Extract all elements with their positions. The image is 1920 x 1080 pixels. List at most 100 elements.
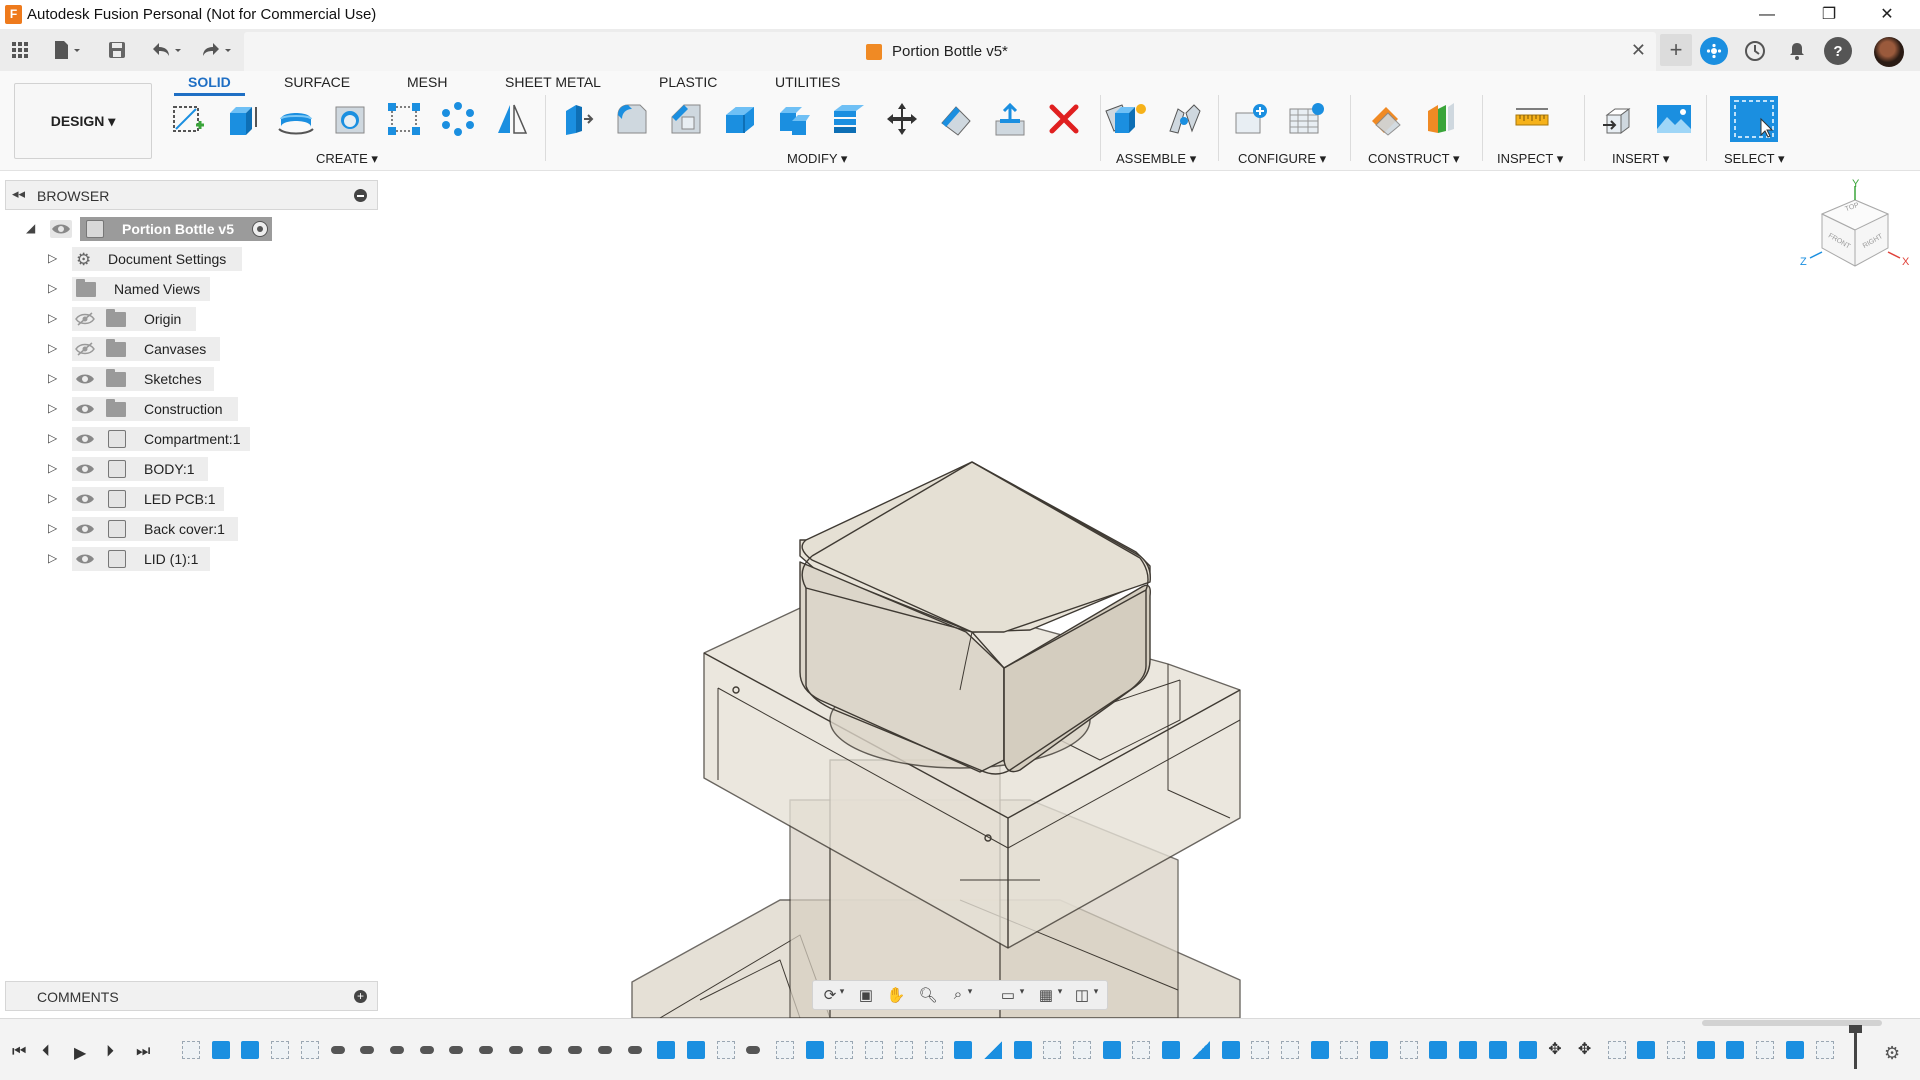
mirror-icon[interactable]	[492, 99, 532, 139]
timeline-feature-sketch-icon[interactable]	[1280, 1041, 1299, 1059]
user-avatar[interactable]	[1874, 37, 1904, 67]
timeline-feature-joint-icon[interactable]	[389, 1046, 404, 1054]
align-icon[interactable]	[936, 99, 976, 139]
timeline-feature-sketch-icon[interactable]	[1667, 1041, 1685, 1059]
combine-icon[interactable]	[774, 99, 814, 139]
timeline-feature-sketch-icon[interactable]	[716, 1041, 735, 1059]
visibility-eye-icon[interactable]	[74, 370, 96, 388]
insert-derive-icon[interactable]	[1600, 99, 1640, 139]
zoom-dropdown-icon[interactable]: ▾	[965, 986, 975, 1006]
step-back-icon[interactable]: ⏴	[42, 1043, 50, 1061]
timeline-feature-sketch-icon[interactable]	[1607, 1041, 1626, 1059]
visibility-eye-icon[interactable]	[74, 490, 96, 508]
timeline-feature-joint-icon[interactable]	[746, 1046, 761, 1054]
timeline-feature-sketch-icon[interactable]	[1756, 1041, 1775, 1059]
tab-mesh[interactable]: MESH	[407, 74, 447, 90]
browser-item-construction[interactable]: ▷ Construction	[48, 397, 268, 421]
configure-design-icon[interactable]	[1232, 99, 1272, 139]
rectangular-pattern-icon[interactable]	[384, 99, 424, 139]
assemble-group-label[interactable]: ASSEMBLE ▾	[1116, 151, 1196, 167]
timeline-feature-box-icon[interactable]	[1518, 1041, 1537, 1059]
expand-triangle-icon[interactable]: ▷	[48, 401, 57, 415]
browser-item-led-pcb[interactable]: ▷ LED PCB:1	[48, 487, 268, 511]
timeline-feature-box-icon[interactable]	[241, 1041, 260, 1059]
move-copy-icon[interactable]	[882, 99, 922, 139]
grid-settings-icon[interactable]: ▦	[1035, 986, 1057, 1006]
step-forward-icon[interactable]: ⏵	[106, 1043, 114, 1061]
timeline-feature-sketch-icon[interactable]	[1251, 1041, 1270, 1059]
expand-triangle-icon[interactable]: ▷	[48, 251, 57, 265]
timeline-feature-box-icon[interactable]	[686, 1041, 705, 1059]
inspect-group-label[interactable]: INSPECT ▾	[1497, 151, 1563, 167]
timeline-feature-joint-icon[interactable]	[597, 1046, 612, 1054]
timeline-feature-box-icon[interactable]	[1013, 1041, 1032, 1059]
construct-group-label[interactable]: CONSTRUCT ▾	[1368, 151, 1460, 167]
expand-triangle-icon[interactable]: ▷	[48, 281, 57, 295]
expand-triangle-icon[interactable]: ▷	[48, 551, 57, 565]
look-at-icon[interactable]: ▣	[855, 986, 877, 1006]
timeline-feature-move-icon[interactable]: ✥	[1548, 1041, 1566, 1059]
visibility-eye-icon[interactable]	[74, 430, 96, 448]
add-comment-icon[interactable]: +	[354, 990, 367, 1003]
comments-panel-header[interactable]: COMMENTS +	[5, 981, 378, 1011]
timeline-feature-joint-icon[interactable]	[508, 1046, 523, 1054]
go-to-start-icon[interactable]: ⏮	[12, 1043, 26, 1061]
chamfer-icon[interactable]	[666, 99, 706, 139]
joint-icon[interactable]	[1164, 99, 1204, 139]
browser-item-lid[interactable]: ▷ LID (1):1	[48, 547, 268, 571]
fillet-icon[interactable]	[612, 99, 652, 139]
timeline-feature-sketch-icon[interactable]	[1073, 1041, 1091, 1059]
job-status-clock-icon[interactable]	[1741, 37, 1769, 65]
workspace-switcher-button[interactable]: DESIGN ▾	[14, 83, 152, 159]
insert-group-label[interactable]: INSERT ▾	[1612, 151, 1669, 167]
activate-radio-icon[interactable]	[252, 221, 268, 237]
timeline-feature-box-icon[interactable]	[1102, 1041, 1121, 1059]
timeline-feature-joint-icon[interactable]	[449, 1046, 464, 1054]
visibility-eye-icon[interactable]	[74, 460, 96, 478]
display-dropdown-icon[interactable]: ▾	[1017, 986, 1027, 1006]
timeline-feature-box-icon[interactable]	[1162, 1041, 1181, 1059]
circular-pattern-icon[interactable]	[438, 99, 478, 139]
timeline-feature-sketch-icon[interactable]	[1132, 1041, 1151, 1059]
extrude-icon[interactable]	[222, 99, 262, 139]
viewcube[interactable]: TOP FRONT RIGHT X Y Z	[1800, 178, 1910, 292]
hidden-eye-icon[interactable]	[74, 340, 96, 358]
visibility-eye-icon[interactable]	[50, 220, 72, 238]
visibility-eye-icon[interactable]	[74, 550, 96, 568]
timeline-feature-sketch-icon[interactable]	[300, 1041, 319, 1059]
file-menu-icon[interactable]	[48, 37, 88, 63]
browser-item-document-settings[interactable]: ▷ ⚙ Document Settings	[48, 247, 268, 271]
timeline-feature-box-icon[interactable]	[1310, 1041, 1329, 1059]
create-sketch-icon[interactable]	[168, 99, 208, 139]
browser-minimize-icon[interactable]	[354, 189, 367, 202]
tab-utilities[interactable]: UTILITIES	[775, 74, 840, 90]
document-tab[interactable]: Portion Bottle v5* ✕	[244, 32, 1656, 71]
play-icon[interactable]: ▶	[74, 1043, 86, 1063]
timeline-feature-joint-icon[interactable]	[360, 1046, 375, 1054]
timeline-feature-sketch-icon[interactable]	[1043, 1041, 1062, 1059]
timeline-feature-box-icon[interactable]	[1726, 1041, 1745, 1059]
timeline-feature-joint-icon[interactable]	[419, 1046, 434, 1054]
timeline-feature-mirror-icon[interactable]	[983, 1041, 1002, 1059]
expand-triangle-icon[interactable]: ▷	[48, 311, 57, 325]
zoom-icon[interactable]: 🔍︎	[917, 986, 939, 1006]
timeline-feature-joint-icon[interactable]	[627, 1046, 642, 1054]
hole-icon[interactable]	[330, 99, 370, 139]
tab-surface[interactable]: SURFACE	[284, 74, 350, 90]
browser-item-back-cover[interactable]: ▷ Back cover:1	[48, 517, 268, 541]
timeline-feature-move-icon[interactable]: ✥	[1578, 1041, 1596, 1059]
delete-icon[interactable]	[1044, 99, 1084, 139]
select-icon[interactable]	[1730, 96, 1778, 142]
model-view[interactable]	[380, 172, 1920, 1019]
new-tab-plus-icon[interactable]: +	[1660, 34, 1692, 66]
measure-icon[interactable]	[1512, 99, 1552, 139]
expand-triangle-icon[interactable]: ▷	[48, 521, 57, 535]
visibility-eye-icon[interactable]	[74, 400, 96, 418]
timeline-feature-sketch-icon[interactable]	[182, 1041, 200, 1059]
collapse-triangle-icon[interactable]: ◢	[26, 221, 35, 235]
browser-item-canvases[interactable]: ▷ Canvases	[48, 337, 268, 361]
timeline-marker[interactable]	[1854, 1029, 1857, 1069]
display-settings-icon[interactable]: ▭	[997, 986, 1019, 1006]
timeline-feature-box-icon[interactable]	[1459, 1041, 1478, 1059]
modify-group-label[interactable]: MODIFY ▾	[787, 151, 847, 167]
